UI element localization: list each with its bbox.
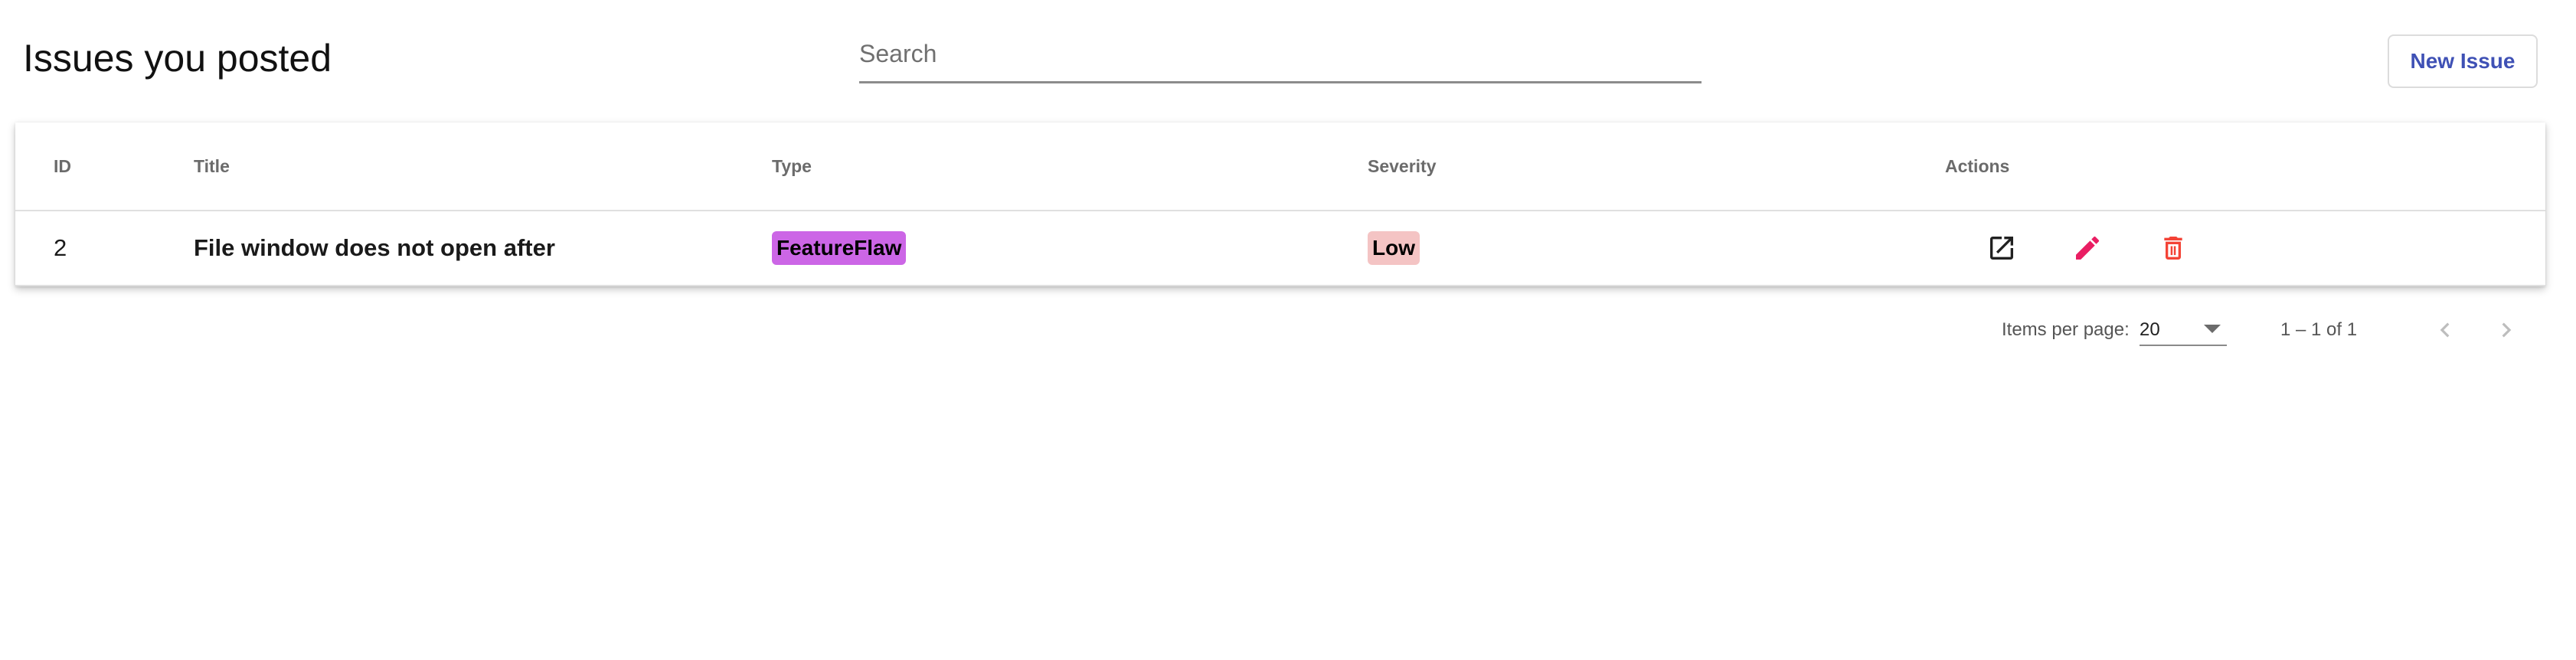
column-header-severity[interactable]: Severity bbox=[1368, 155, 1437, 178]
chevron-left-icon bbox=[2440, 322, 2450, 338]
open-issue-button[interactable] bbox=[1982, 228, 2022, 268]
paginator: Items per page: 20 1 – 1 of 1 bbox=[0, 288, 2576, 372]
severity-badge: Low bbox=[1368, 231, 1420, 265]
table-row[interactable]: 2 File window does not open after Featur… bbox=[15, 211, 2545, 286]
edit-issue-button[interactable] bbox=[2068, 228, 2107, 268]
column-header-type[interactable]: Type bbox=[772, 155, 812, 178]
pencil-icon bbox=[2076, 236, 2100, 260]
top-bar: Issues you posted New Issue bbox=[0, 0, 2576, 123]
issues-table: ID Title Type Severity Actions 2 File wi… bbox=[15, 123, 2545, 286]
next-page-button[interactable] bbox=[2487, 311, 2525, 349]
new-issue-button[interactable]: New Issue bbox=[2388, 34, 2538, 88]
trash-icon bbox=[2164, 237, 2182, 260]
page-range-label: 1 – 1 of 1 bbox=[2280, 319, 2358, 340]
issues-page: Issues you posted New Issue ID Title Typ… bbox=[0, 0, 2576, 660]
search-field[interactable] bbox=[859, 31, 1702, 83]
column-header-id[interactable]: ID bbox=[54, 155, 71, 178]
delete-issue-button[interactable] bbox=[2153, 228, 2193, 268]
chevron-right-icon bbox=[2502, 322, 2512, 338]
column-header-actions: Actions bbox=[1945, 156, 2010, 176]
search-input[interactable] bbox=[859, 31, 1702, 77]
column-header-title[interactable]: Title bbox=[194, 155, 230, 178]
type-badge: FeatureFlaw bbox=[772, 231, 907, 265]
issue-id: 2 bbox=[54, 234, 67, 261]
table-header-row: ID Title Type Severity Actions bbox=[15, 123, 2545, 211]
page-size-value: 20 bbox=[2140, 319, 2160, 340]
page-size-select[interactable]: 20 bbox=[2140, 314, 2227, 346]
open-in-new-icon bbox=[1990, 237, 2013, 260]
page-title: Issues you posted bbox=[23, 37, 332, 80]
issue-title: File window does not open after bbox=[194, 234, 555, 261]
previous-page-button[interactable] bbox=[2426, 311, 2464, 349]
items-per-page-label: Items per page: bbox=[2002, 319, 2130, 340]
dropdown-caret-icon bbox=[2204, 325, 2221, 333]
